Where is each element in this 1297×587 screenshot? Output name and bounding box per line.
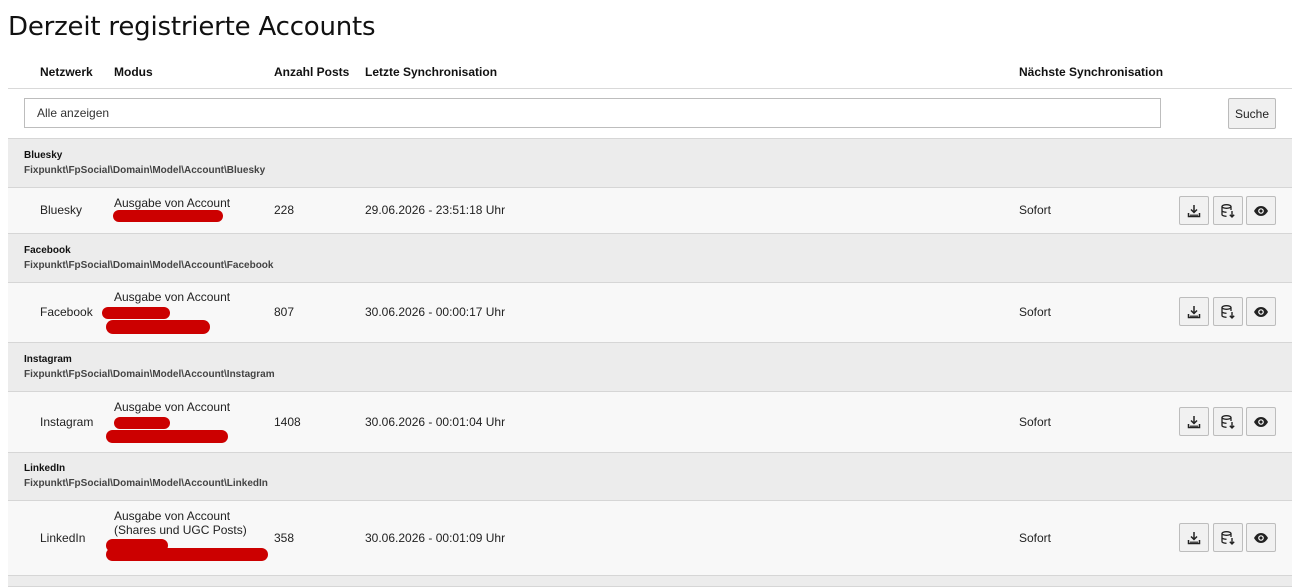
table-header: Netzwerk Modus Anzahl Posts Letzte Synch… [8,60,1292,89]
cell-next-sync: Sofort [1019,305,1052,319]
header-next-sync: Nächste Synchronisation [1019,65,1164,79]
cell-network: Facebook [40,305,93,319]
cell-mode: Ausgabe von Account (Shares und UGC Post… [114,509,247,537]
table-row: Bluesky Ausgabe von Account 228 29.06.20… [8,188,1292,233]
import-button[interactable] [1179,523,1209,552]
redaction-mark [106,430,228,443]
cell-last-sync: 30.06.2026 - 00:01:04 Uhr [365,415,506,429]
cell-last-sync: 29.06.2026 - 23:51:18 Uhr [365,203,506,217]
redaction-mark [113,210,223,222]
mode-line: Ausgabe von Account [114,290,231,304]
database-download-icon [1221,203,1235,218]
eye-icon [1254,532,1268,543]
group-class: Fixpunkt\FpSocial\Domain\Model\Account\B… [24,165,266,176]
filter-row: Suche [8,89,1292,139]
redaction-mark [102,307,170,319]
import-db-button[interactable] [1213,196,1243,225]
download-tray-icon [1187,305,1201,318]
mode-line: Ausgabe von Account [114,509,231,523]
view-button[interactable] [1246,523,1276,552]
cell-posts: 228 [274,203,295,217]
download-tray-icon [1187,531,1201,544]
cell-network: LinkedIn [40,531,86,545]
group-header-next [8,575,1292,587]
header-posts: Anzahl Posts [274,65,350,79]
download-tray-icon [1187,415,1201,428]
group-header-linkedin: LinkedIn Fixpunkt\FpSocial\Domain\Model\… [8,452,1292,501]
eye-icon [1254,205,1268,216]
database-download-icon [1221,530,1235,545]
redaction-mark [106,548,268,561]
table-row: Facebook Ausgabe von Account 807 30.06.2… [8,283,1292,342]
download-tray-icon [1187,204,1201,217]
cell-posts: 807 [274,305,295,319]
import-db-button[interactable] [1213,407,1243,436]
group-class: Fixpunkt\FpSocial\Domain\Model\Account\I… [24,369,275,380]
redaction-mark [114,417,170,429]
page-title: Derzeit registrierte Accounts [8,12,376,42]
cell-network: Bluesky [40,203,83,217]
cell-next-sync: Sofort [1019,415,1052,429]
view-button[interactable] [1246,297,1276,326]
cell-mode: Ausgabe von Account [114,290,230,304]
mode-line: Ausgabe von Account [114,196,231,210]
cell-next-sync: Sofort [1019,203,1052,217]
cell-posts: 358 [274,531,295,545]
mode-line: Ausgabe von Account [114,400,231,414]
cell-last-sync: 30.06.2026 - 00:00:17 Uhr [365,305,506,319]
table-row: Instagram Ausgabe von Account 1408 30.06… [8,392,1292,452]
group-name: Bluesky [24,150,63,161]
group-header-instagram: Instagram Fixpunkt\FpSocial\Domain\Model… [8,342,1292,392]
cell-posts: 1408 [274,415,301,429]
group-name: Facebook [24,245,71,256]
cell-next-sync: Sofort [1019,531,1052,545]
group-class: Fixpunkt\FpSocial\Domain\Model\Account\F… [24,260,274,271]
eye-icon [1254,306,1268,317]
group-name: Instagram [24,354,72,365]
group-class: Fixpunkt\FpSocial\Domain\Model\Account\L… [24,478,268,489]
header-last-sync: Letzte Synchronisation [365,65,498,79]
mode-line: (Shares und UGC Posts) [114,523,247,537]
cell-last-sync: 30.06.2026 - 00:01:09 Uhr [365,531,506,545]
cell-mode: Ausgabe von Account [114,196,230,210]
group-header-facebook: Facebook Fixpunkt\FpSocial\Domain\Model\… [8,233,1292,283]
import-db-button[interactable] [1213,523,1243,552]
table-row: LinkedIn Ausgabe von Account (Shares und… [8,501,1292,575]
group-name: LinkedIn [24,463,66,474]
import-db-button[interactable] [1213,297,1243,326]
cell-mode: Ausgabe von Account [114,400,230,414]
eye-icon [1254,416,1268,427]
view-button[interactable] [1246,407,1276,436]
cell-network: Instagram [40,415,94,429]
filter-input[interactable] [24,98,1161,128]
search-button[interactable]: Suche [1228,98,1276,129]
database-download-icon [1221,414,1235,429]
redaction-mark [106,320,210,334]
database-download-icon [1221,304,1235,319]
group-header-bluesky: Bluesky Fixpunkt\FpSocial\Domain\Model\A… [8,138,1292,188]
header-mode: Modus [114,65,153,79]
import-button[interactable] [1179,407,1209,436]
view-button[interactable] [1246,196,1276,225]
import-button[interactable] [1179,297,1209,326]
import-button[interactable] [1179,196,1209,225]
header-network: Netzwerk [40,65,93,79]
